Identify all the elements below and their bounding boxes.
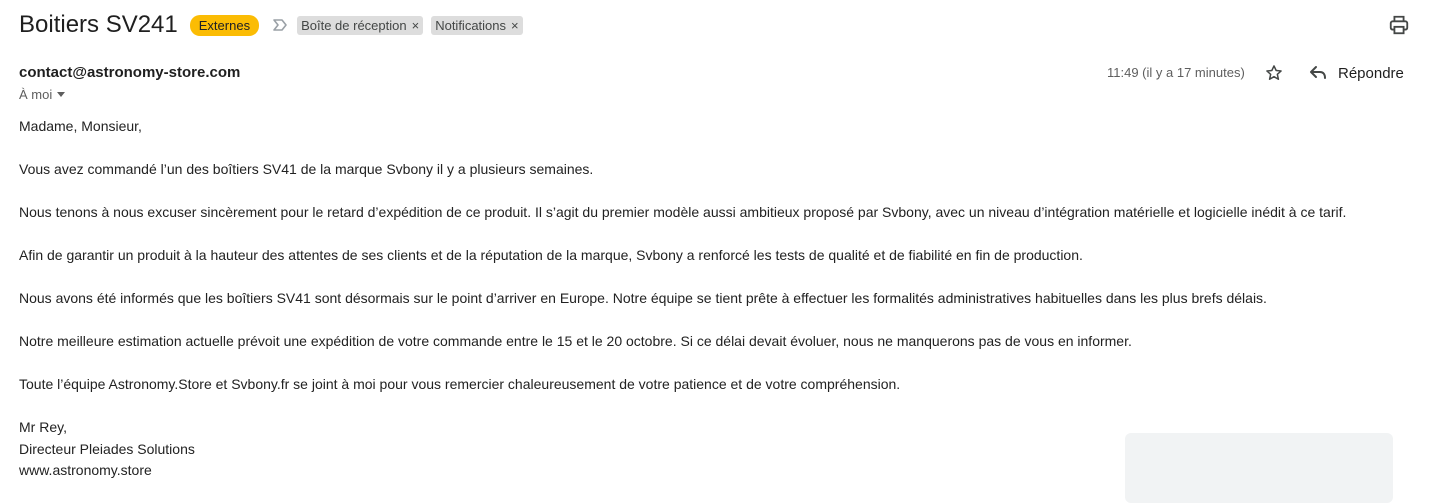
email-body: Madame, Monsieur, Vous avez commandé l’u… xyxy=(19,116,1414,482)
label-chip-inbox-text: Boîte de réception xyxy=(301,17,407,33)
body-paragraph-1: Vous avez commandé l’un des boîtiers SV4… xyxy=(19,161,594,177)
chevron-down-icon[interactable] xyxy=(57,92,66,97)
body-paragraph-3: Afin de garantir un produit à la hauteur… xyxy=(19,247,1083,263)
body-greeting: Madame, Monsieur, xyxy=(19,118,142,134)
subject-row: Boitiers SV241 Externes Boîte de récepti… xyxy=(19,8,523,42)
remove-label-inbox-button[interactable]: × xyxy=(412,18,420,33)
body-paragraph-6: Toute l’équipe Astronomy.Store et Svbony… xyxy=(19,376,901,392)
printer-icon[interactable] xyxy=(1388,14,1410,36)
reply-icon xyxy=(1310,66,1326,79)
body-paragraph-5: Notre meilleure estimation actuelle prév… xyxy=(19,333,1132,349)
sender-email[interactable]: contact@astronomy-store.com xyxy=(19,64,240,81)
importance-marker-icon[interactable] xyxy=(271,16,289,34)
remove-label-notifications-button[interactable]: × xyxy=(511,18,519,33)
label-chip-notifications-text: Notifications xyxy=(435,17,507,33)
faded-notification-toast xyxy=(1125,433,1393,503)
body-paragraph-4: Nous avons été informés que les boîtiers… xyxy=(19,290,1267,306)
label-chip-inbox: Boîte de réception × xyxy=(297,15,424,35)
reply-label: Répondre xyxy=(1338,64,1404,82)
label-chip-notifications: Notifications × xyxy=(431,15,523,35)
reply-button[interactable]: Répondre xyxy=(1308,62,1404,84)
external-badge: Externes xyxy=(189,14,260,36)
star-icon[interactable] xyxy=(1264,63,1284,83)
body-paragraph-2: Nous tenons à nous excuser sincèrement p… xyxy=(19,204,1347,220)
recipient-details-toggle[interactable]: À moi xyxy=(19,87,66,102)
recipient-label: À moi xyxy=(19,87,53,102)
email-subject: Boitiers SV241 xyxy=(19,11,178,38)
timestamp: 11:49 (il y a 17 minutes) xyxy=(1107,65,1245,80)
